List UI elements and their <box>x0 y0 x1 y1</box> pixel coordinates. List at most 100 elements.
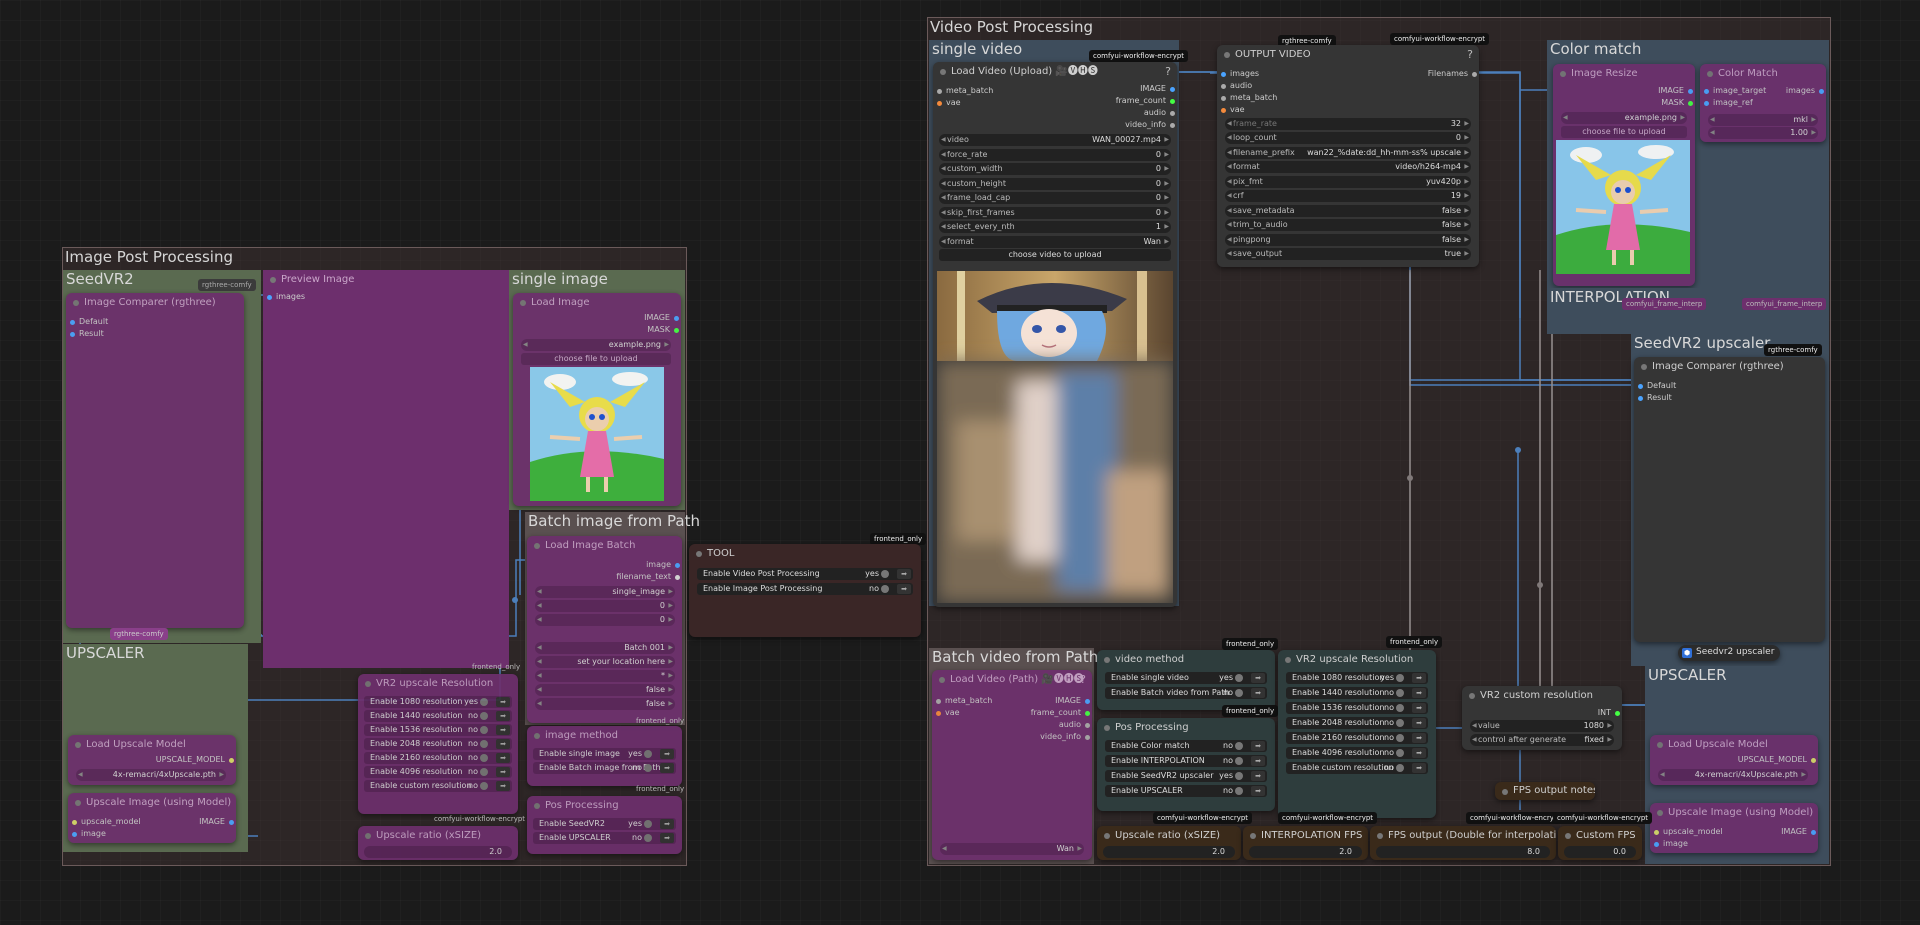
output-video-info[interactable]: video_info <box>1040 732 1090 742</box>
output-image[interactable]: IMAGE <box>1658 86 1693 96</box>
arrow-right-icon[interactable]: ➡ <box>496 767 510 777</box>
widget-row[interactable]: skip_first_frames 0 <box>939 206 1171 219</box>
toggle-row[interactable]: Enable UPSCALER no ➡ <box>1105 785 1267 797</box>
input-image-target[interactable]: image_target <box>1704 86 1766 96</box>
arrow-right-icon[interactable]: ➡ <box>897 584 911 594</box>
format-select[interactable]: Wan <box>940 843 1084 855</box>
seed-input[interactable]: 0 <box>535 600 675 612</box>
output-image[interactable]: IMAGE <box>1055 696 1090 706</box>
output-image[interactable]: IMAGE <box>644 313 679 323</box>
output-audio[interactable]: audio <box>1144 108 1175 118</box>
arrow-right-icon[interactable]: ➡ <box>496 711 510 721</box>
arrow-right-icon[interactable]: ➡ <box>1412 763 1426 773</box>
upscale-ratio-slider[interactable]: 2.0 <box>1103 846 1235 858</box>
widget-row[interactable]: pingpong false <box>1225 233 1471 246</box>
output-image[interactable]: image <box>646 560 680 570</box>
toggle-knob-icon[interactable] <box>1235 674 1243 682</box>
image-pos-processing-node[interactable]: Pos Processing Enable SeedVR2 yes ➡ Enable … <box>527 796 682 854</box>
toggle-row[interactable]: Enable Batch image from Path no ➡ <box>533 762 676 774</box>
load-upscale-model-node[interactable]: Load Upscale Model UPSCALE_MODEL 4x-rema… <box>68 735 236 785</box>
fps-output-slider[interactable]: 8.0 <box>1376 846 1550 858</box>
widget-row[interactable]: force_rate 0 <box>939 148 1171 161</box>
input-images[interactable]: images <box>1221 69 1259 79</box>
arrow-right-icon[interactable]: ➡ <box>897 569 911 579</box>
toggle-knob-icon[interactable] <box>1396 704 1404 712</box>
input-meta-batch[interactable]: meta_batch <box>1221 93 1277 103</box>
toggle-row[interactable]: Enable single video yes ➡ <box>1105 672 1267 684</box>
toggle-knob-icon[interactable] <box>644 834 652 842</box>
upscale-image-node[interactable]: Upscale Image (using Model) upscale_mode… <box>68 793 236 843</box>
path-input[interactable]: set your location here <box>535 656 675 668</box>
arrow-right-icon[interactable]: ➡ <box>496 781 510 791</box>
toggle-knob-icon[interactable] <box>1396 719 1404 727</box>
output-frame-count[interactable]: frame_count <box>1116 96 1175 106</box>
video-vr2-resolution-node[interactable]: VR2 upscale Resolution Enable 1080 resol… <box>1278 650 1436 818</box>
load-video-upload-node[interactable]: Load Video (Upload) 🎥🅥🅗🅢 ? meta_batch va… <box>933 62 1177 607</box>
help-icon[interactable]: ? <box>1165 65 1171 78</box>
arrow-right-icon[interactable]: ➡ <box>1251 771 1265 781</box>
toggle-knob-icon[interactable] <box>1396 764 1404 772</box>
output-filenames[interactable]: Filenames <box>1428 69 1477 79</box>
toggle-row[interactable]: Enable Batch video from Path no ➡ <box>1105 687 1267 699</box>
upload-button[interactable]: choose file to upload <box>521 353 671 365</box>
arrow-right-icon[interactable]: ➡ <box>496 753 510 763</box>
input-vae[interactable]: vae <box>937 98 961 108</box>
widget-row[interactable]: save_output true <box>1225 248 1471 260</box>
input-default[interactable]: Default <box>70 317 108 327</box>
output-image[interactable]: IMAGE <box>1140 84 1175 94</box>
mode-select[interactable]: single_image <box>535 586 675 598</box>
output-upscale-model[interactable]: UPSCALE_MODEL <box>1738 755 1816 765</box>
arrow-right-icon[interactable]: ➡ <box>660 763 674 773</box>
widget-row[interactable]: filename_prefix wan22_%date:dd_hh-mm-ss% … <box>1225 146 1471 159</box>
toggle-row[interactable]: Enable 1536 resolution no ➡ <box>364 724 512 736</box>
input-default[interactable]: Default <box>1638 381 1676 391</box>
toggle-row[interactable]: Enable custom resolution no ➡ <box>364 780 512 792</box>
toggle-row[interactable]: Enable 1536 resolution no ➡ <box>1286 702 1428 714</box>
toggle-row[interactable]: Enable SeedVR2 yes ➡ <box>533 818 676 830</box>
toggle-knob-icon[interactable] <box>1396 749 1404 757</box>
color-match-node[interactable]: Color Match image_target image_ref image… <box>1700 64 1826 142</box>
output-mask[interactable]: MASK <box>647 325 679 335</box>
fps-output-notes-node[interactable]: FPS output notes <box>1495 782 1595 800</box>
arrow-right-icon[interactable]: ➡ <box>1251 756 1265 766</box>
output-frame-count[interactable]: frame_count <box>1031 708 1090 718</box>
seedvr2-subgraph-node[interactable]: ⬢ Seedvr2 upscaler <box>1678 645 1780 661</box>
widget-row[interactable]: select_every_nth 1 <box>939 221 1171 233</box>
widget-row[interactable]: trim_to_audio false <box>1225 219 1471 231</box>
toggle-row[interactable]: Enable Image Post Processing no ➡ <box>697 583 913 595</box>
input-meta-batch[interactable]: meta_batch <box>937 86 993 96</box>
output-images[interactable]: images <box>1786 86 1824 96</box>
toggle-knob-icon[interactable] <box>480 740 488 748</box>
toggle-row[interactable]: Enable 1440 resolution no ➡ <box>364 710 512 722</box>
output-image[interactable]: IMAGE <box>1781 827 1816 837</box>
preview-image-subgroup[interactable]: Preview Image images <box>263 270 509 668</box>
strength-input[interactable]: 1.00 <box>1708 127 1818 139</box>
load-image-batch-node[interactable]: Load Image Batch image filename_text sin… <box>527 536 682 723</box>
upscale-ratio-slider[interactable]: 2.0 <box>364 846 512 858</box>
output-int[interactable]: INT <box>1598 708 1620 718</box>
interpolation-fps-slider[interactable]: 2.0 <box>1249 846 1362 858</box>
load-image-node[interactable]: Load Image IMAGE MASK example.png choose… <box>513 293 681 506</box>
toggle-knob-icon[interactable] <box>480 768 488 776</box>
arrow-right-icon[interactable]: ➡ <box>1412 703 1426 713</box>
input-image-ref[interactable]: image_ref <box>1704 98 1753 108</box>
widget-row[interactable]: pix_fmt yuv420p <box>1225 175 1471 188</box>
toggle-knob-icon[interactable] <box>1235 689 1243 697</box>
image-resize-node[interactable]: Image Resize IMAGE MASK example.png choo… <box>1553 64 1695 286</box>
toggle-row[interactable]: Enable INTERPOLATION no ➡ <box>1105 755 1267 767</box>
video-upscale-image-node[interactable]: Upscale Image (using Model) upscale_mode… <box>1650 803 1818 853</box>
input-audio[interactable]: audio <box>1221 81 1252 91</box>
widget-row[interactable]: frame_load_cap 0 <box>939 192 1171 204</box>
arrow-right-icon[interactable]: ➡ <box>1412 673 1426 683</box>
arrow-right-icon[interactable]: ➡ <box>1251 688 1265 698</box>
help-icon[interactable]: ? <box>1080 673 1086 686</box>
arrow-right-icon[interactable]: ➡ <box>1412 748 1426 758</box>
toggle-knob-icon[interactable] <box>480 698 488 706</box>
custom-fps-node[interactable]: Custom FPS 0.0 <box>1558 826 1642 860</box>
widget-row[interactable]: format Wan <box>939 235 1171 248</box>
image-method-node[interactable]: image method Enable single image yes ➡ Enab… <box>527 726 682 786</box>
toggle-knob-icon[interactable] <box>480 782 488 790</box>
toggle-row[interactable]: Enable 2048 resolution no ➡ <box>1286 717 1428 729</box>
upload-button[interactable]: choose file to upload <box>1561 126 1687 138</box>
widget-row[interactable]: format video/h264-mp4 <box>1225 161 1471 173</box>
